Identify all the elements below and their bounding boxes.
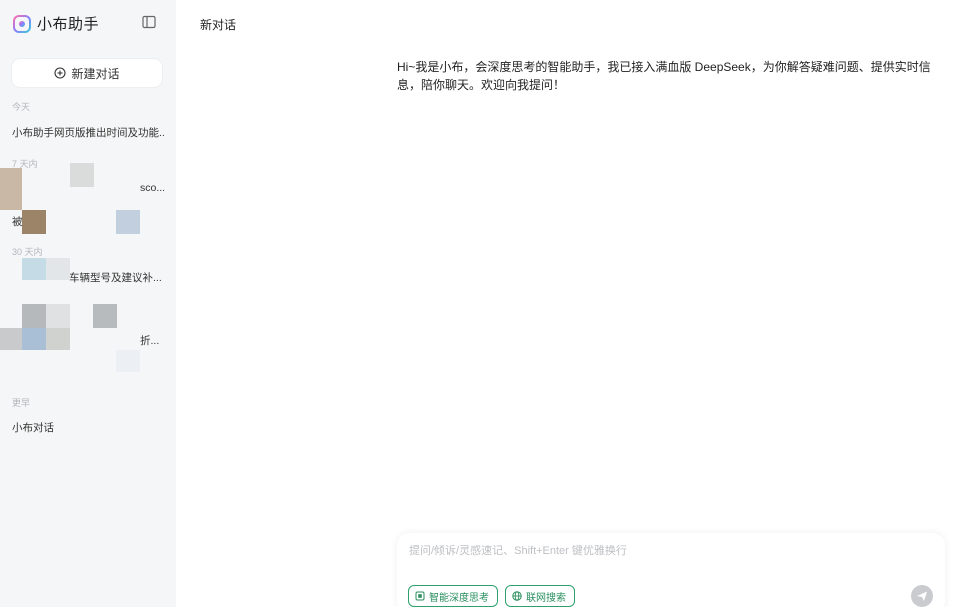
sidebar-toggle-icon[interactable]	[142, 15, 156, 29]
history-group-month: 30 天内	[12, 247, 43, 257]
history-group-earlier: 更早	[12, 398, 31, 408]
new-chat-label: 新建对话	[71, 66, 120, 81]
sidebar: 小布助手 新建对话 今天 小布助手网页版推出时间及功能... 7 天内 sco.…	[0, 0, 176, 607]
redaction-block	[46, 258, 70, 280]
brand[interactable]: 小布助手	[13, 13, 99, 34]
composer: 智能深度思考 联网搜索	[397, 533, 945, 607]
redaction-block	[22, 304, 46, 328]
web-search-label: 联网搜索	[526, 592, 566, 604]
globe-icon	[512, 591, 522, 601]
redaction-block	[46, 304, 70, 328]
redaction-block	[93, 304, 117, 328]
redaction-block	[0, 168, 22, 210]
history-item[interactable]: 车辆型号及建议补...	[69, 270, 169, 285]
history-item[interactable]: sco...	[140, 182, 170, 194]
web-search-toggle[interactable]: 联网搜索	[505, 585, 575, 607]
redaction-block	[70, 163, 94, 187]
deep-think-icon	[415, 591, 425, 601]
history-item[interactable]: 折...	[140, 333, 170, 348]
redaction-block	[22, 210, 46, 234]
xiaobu-logo-icon	[13, 14, 31, 33]
assistant-greeting: Hi~我是小布，会深度思考的智能助手，我已接入满血版 DeepSeek，为你解答…	[397, 60, 931, 92]
history-item[interactable]: 小布助手网页版推出时间及功能...	[12, 125, 164, 140]
redaction-block	[116, 350, 140, 372]
history-item[interactable]: 小布对话	[12, 420, 164, 435]
conversation-title: 新对话	[200, 18, 237, 32]
history-group-today: 今天	[12, 102, 31, 112]
redaction-block	[116, 210, 140, 234]
deep-think-toggle[interactable]: 智能深度思考	[408, 585, 498, 607]
new-chat-icon	[54, 67, 67, 79]
redaction-block	[46, 328, 70, 350]
send-button[interactable]	[911, 585, 933, 607]
redaction-block	[22, 328, 46, 350]
prompt-input[interactable]	[409, 545, 919, 557]
redaction-block	[0, 328, 22, 350]
brand-name: 小布助手	[37, 16, 100, 33]
new-chat-button[interactable]: 新建对话	[12, 59, 162, 87]
redaction-block	[22, 258, 46, 280]
send-icon	[917, 591, 927, 601]
deep-think-label: 智能深度思考	[429, 592, 489, 604]
